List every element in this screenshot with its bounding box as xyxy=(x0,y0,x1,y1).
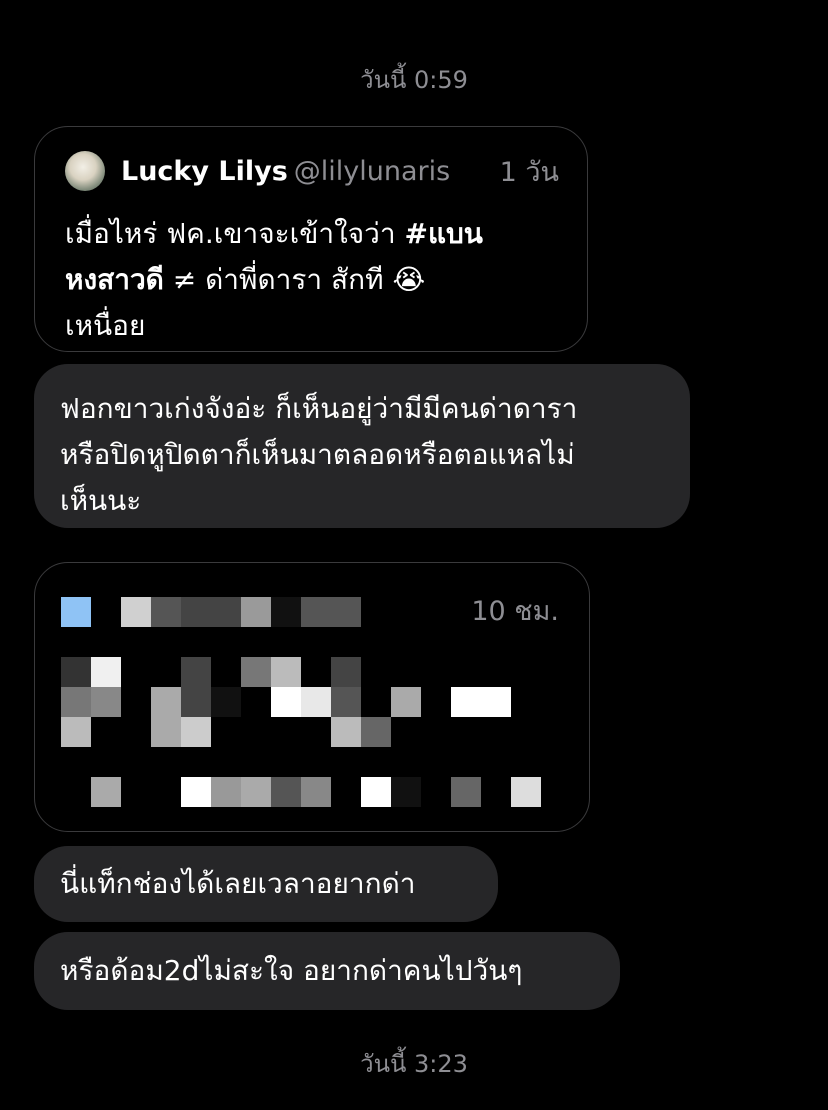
censor-block xyxy=(91,777,121,807)
censor-block xyxy=(331,597,361,627)
censor-block xyxy=(241,597,271,627)
timestamp-bottom: วันนี้ 3:23 xyxy=(360,1050,468,1078)
censor-block xyxy=(481,687,511,717)
timestamp-top: วันนี้ 0:59 xyxy=(360,66,468,94)
censor-block xyxy=(331,687,361,717)
quoted-post-text-line2: ≠ ด่าพี่ดารา สักที 😭 xyxy=(163,263,426,296)
censor-block xyxy=(331,717,361,747)
censor-block xyxy=(301,597,331,627)
hashtag-link[interactable]: #แบน xyxy=(405,217,483,250)
censor-block xyxy=(451,777,481,807)
censor-block xyxy=(61,717,91,747)
censor-block xyxy=(151,597,181,627)
censor-block xyxy=(181,717,211,747)
message-text: หรือด้อม2dไม่สะใจ อยากด่าคนไปวันๆ xyxy=(60,954,523,987)
censor-block xyxy=(451,687,481,717)
censor-block xyxy=(181,777,211,807)
censor-block xyxy=(61,687,91,717)
censor-block xyxy=(61,657,91,687)
message-text: นี่แท็กช่องได้เลยเวลาอยากด่า xyxy=(60,867,416,900)
censor-block xyxy=(301,777,331,807)
censored-quoted-post-card[interactable]: 10 ชม. xyxy=(34,562,590,832)
author-handle: @lilylunaris xyxy=(293,155,451,187)
censor-block xyxy=(271,597,301,627)
censor-block xyxy=(271,687,301,717)
hashtag-link-cont[interactable]: หงสาวดี xyxy=(65,263,164,296)
censor-block xyxy=(211,597,241,627)
censor-block xyxy=(211,687,241,717)
censor-block xyxy=(121,597,151,627)
censor-block xyxy=(331,657,361,687)
censor-block xyxy=(391,777,421,807)
quoted-post-text-line1: เมื่อไหร่ ฟค.เขาจะเข้าใจว่า xyxy=(65,217,405,250)
censor-block xyxy=(301,687,331,717)
censor-block xyxy=(271,777,301,807)
censor-block xyxy=(181,597,211,627)
quoted-post-card[interactable]: Lucky Lilys @lilylunaris 1 วัน เมื่อไหร่… xyxy=(34,126,588,352)
avatar[interactable] xyxy=(65,151,105,191)
message-bubble[interactable]: หรือด้อม2dไม่สะใจ อยากด่าคนไปวันๆ xyxy=(34,932,620,1010)
censor-block xyxy=(241,777,271,807)
censor-block xyxy=(511,777,541,807)
censored-post-time: 10 ชม. xyxy=(471,596,559,627)
censor-block xyxy=(181,687,211,717)
censor-block xyxy=(151,687,181,717)
message-text-line: หรือปิดหูปิดตาก็เห็นมาตลอดหรือตอแหลไม่ xyxy=(60,438,575,471)
censor-block xyxy=(361,777,391,807)
quoted-post-text: เมื่อไหร่ ฟค.เขาจะเข้าใจว่า #แบน หงสาวดี… xyxy=(65,211,565,349)
quoted-post-time: 1 วัน xyxy=(499,156,559,188)
censor-block xyxy=(241,657,271,687)
author-name: Lucky Lilys xyxy=(121,155,288,187)
censor-block xyxy=(151,717,181,747)
censor-block xyxy=(271,657,301,687)
censor-block xyxy=(181,657,211,687)
censor-block xyxy=(61,597,91,627)
message-text-line: เห็นนะ xyxy=(60,484,142,517)
quoted-post-header: Lucky Lilys @lilylunaris 1 วัน xyxy=(65,149,559,193)
censor-block xyxy=(91,687,121,717)
censor-block xyxy=(211,777,241,807)
censor-block xyxy=(91,657,121,687)
censor-block xyxy=(361,717,391,747)
message-text-line: ฟอกขาวเก่งจังอ่ะ ก็เห็นอยู่ว่ามีมีคนด่าด… xyxy=(60,392,578,425)
quoted-post-text-line3: เหนื่อย xyxy=(65,309,146,342)
message-bubble[interactable]: ฟอกขาวเก่งจังอ่ะ ก็เห็นอยู่ว่ามีมีคนด่าด… xyxy=(34,364,690,528)
censor-block xyxy=(391,687,421,717)
message-bubble[interactable]: นี่แท็กช่องได้เลยเวลาอยากด่า xyxy=(34,846,498,922)
